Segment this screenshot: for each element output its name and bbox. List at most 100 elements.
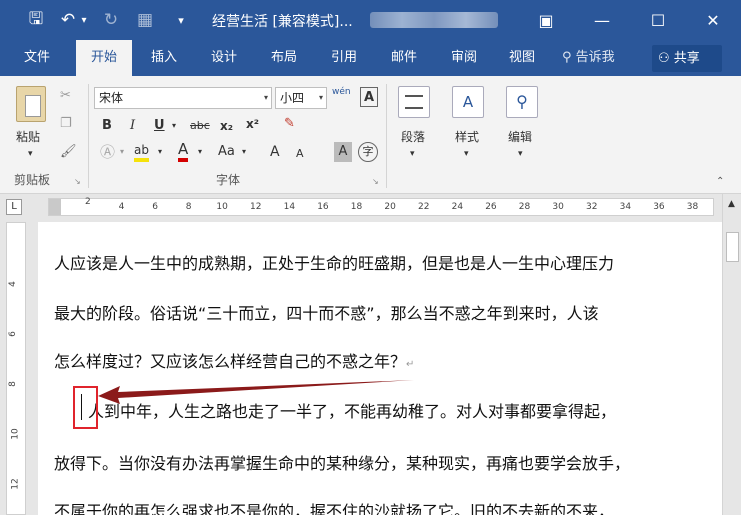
ruler-tick-label: 26 [485,202,497,212]
font-color-button[interactable]: A [178,140,189,162]
change-case-button[interactable]: Aa [218,142,235,162]
shrink-font-button[interactable]: A [296,144,304,164]
character-border-icon[interactable]: A [360,87,378,107]
ruler-tick-label: 6 [152,202,158,212]
vertical-ruler[interactable]: 468101214 [6,222,26,515]
paste-label[interactable]: 粘贴 [16,128,40,145]
tab-design[interactable]: 设计 [196,40,252,76]
window-title: 经营生活 [兼容模式]... [212,14,353,30]
ruler-tick-label: 36 [653,202,665,212]
font-name-value: 宋体 [99,91,124,105]
save-icon[interactable]: 🖫 [22,0,50,40]
ruler-tick-label: 38 [686,202,699,212]
font-size-select[interactable]: 小四 ▾ [275,87,327,109]
paragraph-dropdown-icon[interactable]: ▾ [410,144,415,164]
paragraph-mark: ↵ [406,359,415,370]
text-effects-dropdown-icon[interactable]: ▾ [120,142,124,162]
underline-button[interactable]: U [154,116,165,136]
lightbulb-icon: ⚲ [562,50,572,65]
tab-home[interactable]: 开始 [76,40,132,76]
tab-layout[interactable]: 布局 [256,40,312,76]
superscript-button[interactable]: x² [246,114,259,134]
clipboard-group-label: 剪贴板 [14,173,51,187]
scroll-up-icon[interactable]: ▲ [728,194,735,214]
ruler-tick-label: 12 [250,202,262,212]
subscript-button[interactable]: x₂ [220,116,233,136]
text-cursor [81,394,82,420]
collapse-ribbon-icon[interactable]: ⌃ [716,172,724,192]
scroll-thumb[interactable] [726,232,739,262]
annotation-arrow [98,380,414,404]
redo-icon[interactable]: ↻ [98,0,124,40]
grow-font-button[interactable]: A [270,142,280,162]
tab-references[interactable]: 引用 [316,40,372,76]
maximize-button[interactable]: ☐ [630,0,686,40]
character-shading-button[interactable]: A [334,142,352,162]
strikethrough-button[interactable]: abc [190,116,210,136]
tab-review[interactable]: 审阅 [436,40,492,76]
paste-dropdown-icon[interactable]: ▾ [28,144,33,164]
paragraph-label[interactable]: 段落 [401,128,425,145]
text-effects-icon[interactable]: Ⓐ [100,142,115,162]
format-painter-icon[interactable]: 🖌 [60,142,77,162]
enclose-characters-button[interactable]: 字 [358,142,378,162]
word-window: 🖫 ↶ ▾ ↻ ▦ ▾ 经营生活 [兼容模式]... ▣ — ☐ ✕ 文件 开始… [0,0,741,515]
change-case-dropdown-icon[interactable]: ▾ [242,142,246,162]
ruler-tick-label: 8 [185,202,192,212]
highlight-button[interactable]: ab [134,142,149,162]
tab-mailings[interactable]: 邮件 [376,40,432,76]
styles-icon[interactable]: A [452,86,484,118]
clear-formatting-icon[interactable]: ✎ [284,114,295,134]
minimize-button[interactable]: — [574,0,630,40]
highlight-dropdown-icon[interactable]: ▾ [158,142,162,162]
ruler-area: L 2 4 6 8 10 12 14 16 18 20 22 24 26 28 30 32 34 36 38 [0,194,741,220]
copy-icon[interactable]: ❐ [60,114,72,134]
horizontal-ruler[interactable]: 2 4 6 8 10 12 14 16 18 20 22 24 26 28 30 32 34 36 38 [48,197,714,216]
vertical-ruler-tick-label: 4 [7,281,18,287]
find-icon[interactable]: ⚲ [506,86,538,118]
vertical-scrollbar[interactable]: ▲ [722,194,741,515]
ruler-tick-label: 16 [317,202,329,212]
share-button[interactable]: ⚇ 共享 [652,45,722,72]
phonetic-guide-icon[interactable]: wén [332,82,351,102]
font-size-value: 小四 [280,91,305,105]
font-name-select[interactable]: 宋体 ▾ [94,87,272,109]
doc-line: 人应该是人一生中的成熟期，正处于生命的旺盛期，但是也是人一生中心理压力 [54,254,615,273]
customize-quick-access-icon[interactable]: ▾ [168,0,194,40]
title-bar: 🖫 ↶ ▾ ↻ ▦ ▾ 经营生活 [兼容模式]... ▣ — ☐ ✕ [0,0,741,40]
styles-dropdown-icon[interactable]: ▾ [464,144,469,164]
document-page[interactable]: 人应该是人一生中的成熟期，正处于生命的旺盛期，但是也是人一生中心理压力 最大的阶… [38,222,722,515]
tell-me-label: 告诉我 [575,50,615,65]
share-label: 共享 [673,51,700,66]
styles-label[interactable]: 样式 [455,128,479,145]
tab-insert[interactable]: 插入 [136,40,192,76]
ruler-tick-label: 24 [451,202,464,212]
separator [386,84,387,188]
tab-selector[interactable]: L [6,199,22,215]
italic-button[interactable]: I [130,116,135,136]
vertical-ruler-tick-label: 10 [10,428,21,440]
editing-dropdown-icon[interactable]: ▾ [518,144,523,164]
cut-icon[interactable]: ✂ [60,86,71,106]
tell-me-box[interactable]: ⚲ 告诉我 [562,40,615,76]
undo-icon[interactable]: ↶ [58,0,78,40]
font-group-label: 字体 [216,173,241,187]
bold-button[interactable]: B [102,116,112,136]
close-button[interactable]: ✕ [685,0,741,40]
tab-view[interactable]: 视图 [494,40,550,76]
underline-dropdown-icon[interactable]: ▾ [172,116,176,136]
editing-label[interactable]: 编辑 [508,128,532,145]
tab-file[interactable]: 文件 [8,40,66,76]
paragraph-icon[interactable] [398,86,430,118]
ruler-tick-label: 28 [518,202,531,212]
separator [88,84,89,188]
clipboard-launcher-icon[interactable]: ↘ [74,172,81,192]
font-launcher-icon[interactable]: ↘ [372,172,379,192]
undo-dropdown-icon[interactable]: ▾ [78,0,90,40]
ribbon-display-options-icon[interactable]: ▣ [518,0,574,40]
vertical-ruler-tick-label: 6 [7,331,18,337]
font-color-dropdown-icon[interactable]: ▾ [198,142,202,162]
paste-icon[interactable] [16,86,46,122]
print-preview-icon[interactable]: ▦ [132,0,158,40]
ruler-tick-label: 18 [350,202,363,212]
